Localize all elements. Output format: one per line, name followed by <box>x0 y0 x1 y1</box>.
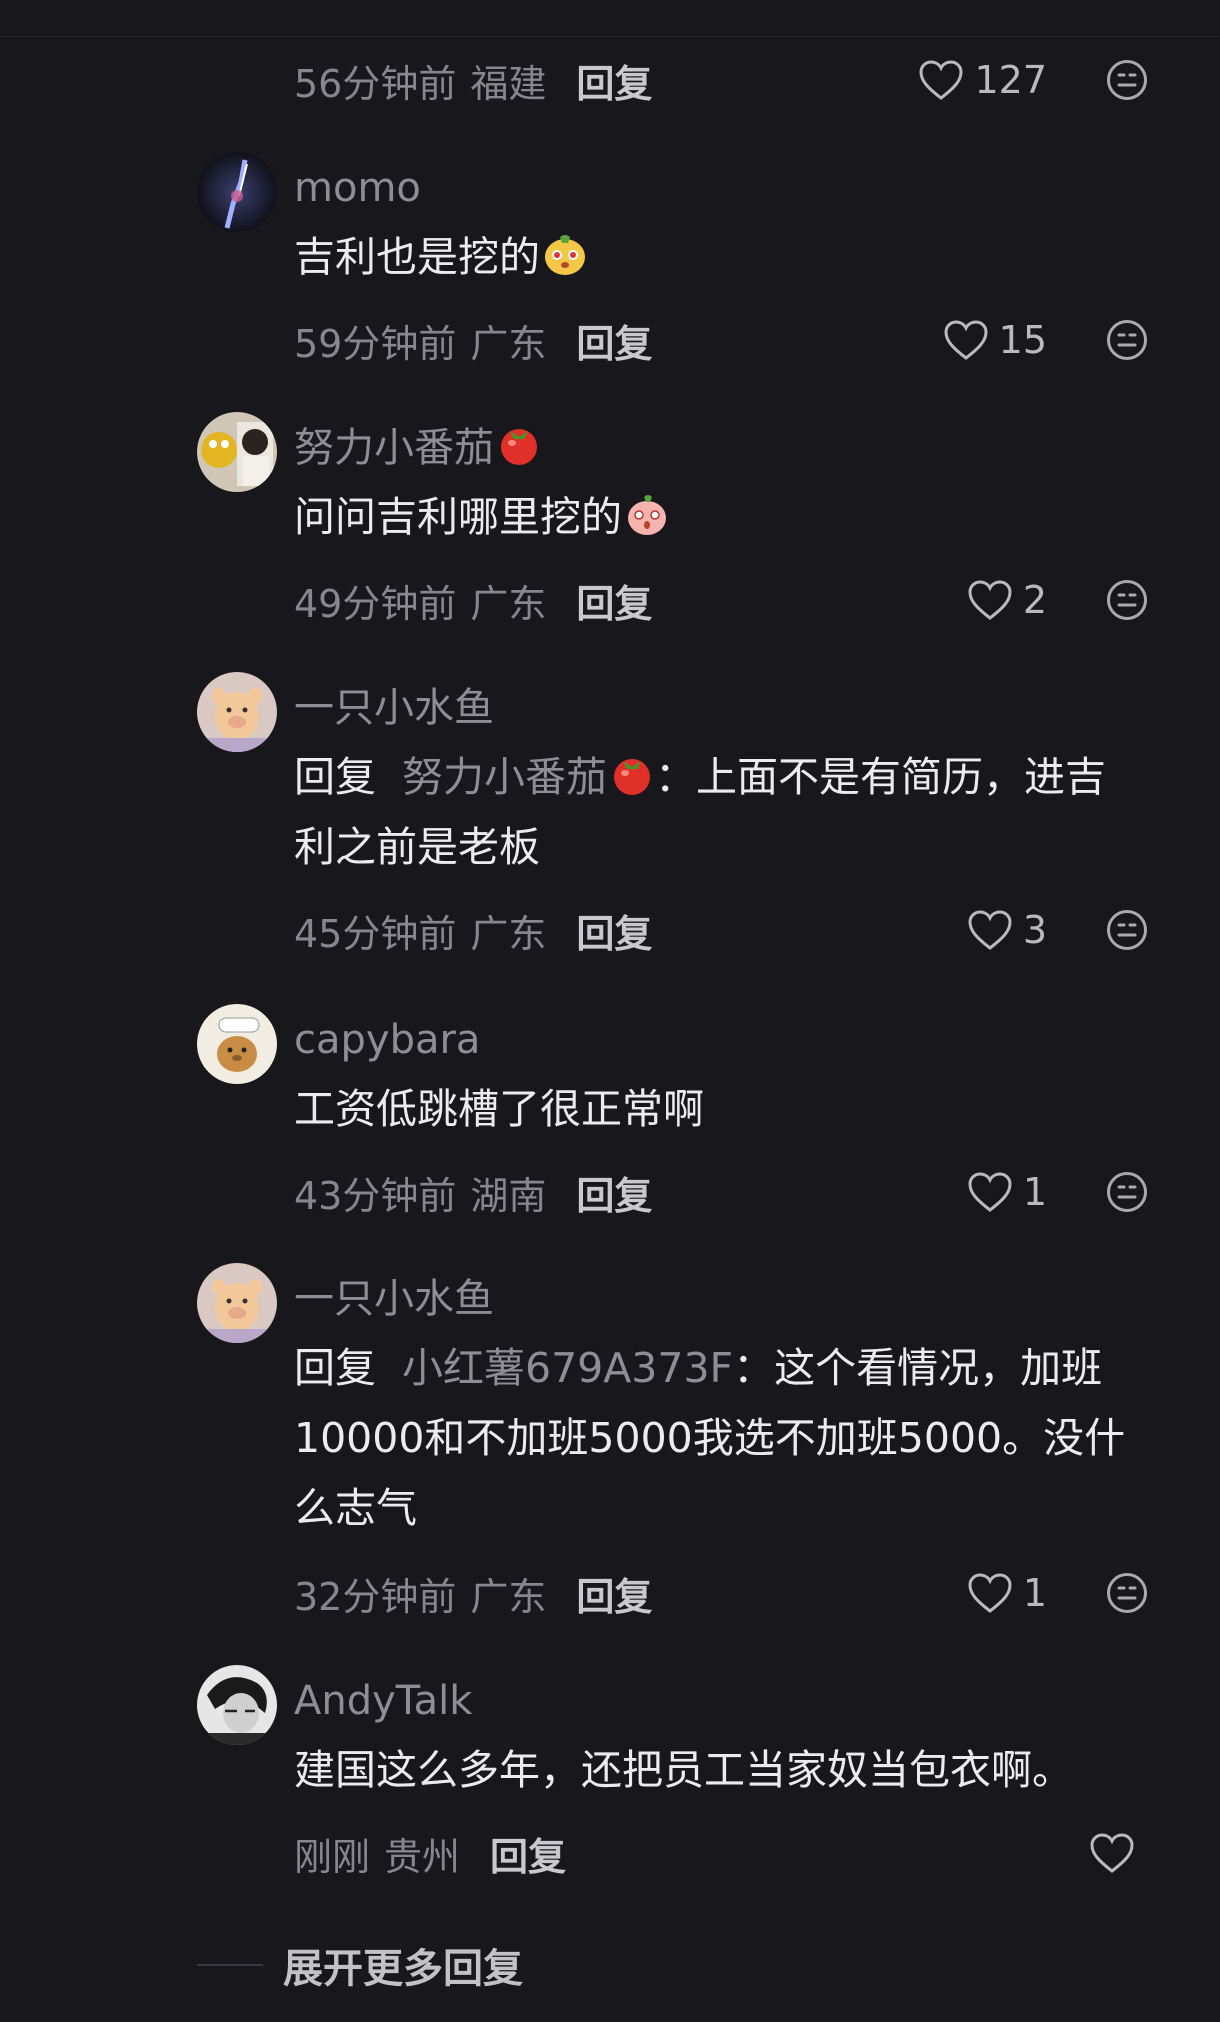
comment-text: 回复 努力小番茄 ：上面不是有简历，进吉利之前是老板 <box>294 742 1144 882</box>
comment-body: 问问吉利哪里挖的 <box>294 493 622 541</box>
heart-icon <box>944 320 988 360</box>
like-button[interactable]: 15 <box>943 312 1047 368</box>
comment-text: 吉利也是挖的 <box>294 222 1144 292</box>
comment-location: 湖南 <box>470 1173 547 1218</box>
reply-button[interactable]: 回复 <box>576 1165 652 1220</box>
username[interactable]: 一只小水鱼 <box>294 1271 494 1327</box>
like-button[interactable]: 1 <box>967 1164 1047 1220</box>
emoji-react-icon[interactable] <box>1106 909 1148 951</box>
comment-location: 贵州 <box>384 1834 461 1879</box>
comment-meta: 49分钟前 广东 回复 <box>294 572 652 628</box>
reply-button[interactable]: 回复 <box>576 313 652 368</box>
like-button[interactable]: 3 <box>967 902 1047 958</box>
comment-meta: 32分钟前 广东 回复 <box>294 1565 652 1621</box>
like-button[interactable]: 2 <box>967 572 1047 628</box>
like-button[interactable]: 127 <box>918 52 1047 108</box>
comment-meta: 45分钟前 广东 回复 <box>294 902 652 958</box>
expand-more-replies[interactable]: 展开更多回复 <box>197 1936 523 1994</box>
comment-location: 福建 <box>470 61 547 106</box>
avatar[interactable] <box>197 1263 277 1343</box>
reply-prefix: 回复 <box>294 1344 376 1392</box>
reply-button[interactable]: 回复 <box>490 1826 566 1881</box>
comment-text: 回复 小红薯679A373F：这个看情况，加班10000和不加班5000我选不加班… <box>294 1333 1144 1543</box>
emoji-react-icon[interactable] <box>1106 1572 1148 1614</box>
comment-meta: 56分钟前 福建 回复 <box>294 52 652 108</box>
like-count: 15 <box>998 318 1047 362</box>
comment-body: 吉利也是挖的 <box>294 233 540 281</box>
comment-body: 工资低跳槽了很正常啊 <box>294 1085 704 1133</box>
comment-text: 工资低跳槽了很正常啊 <box>294 1074 1144 1144</box>
avatar[interactable] <box>197 1004 277 1084</box>
avatar[interactable] <box>197 1665 277 1745</box>
peach-face-emoji-icon <box>628 495 666 535</box>
reply-button[interactable]: 回复 <box>576 53 652 108</box>
like-count: 2 <box>1022 578 1047 622</box>
emoji-react-icon[interactable] <box>1106 1171 1148 1213</box>
mention-link[interactable]: 小红薯679A373F <box>402 1344 733 1392</box>
comment-meta: 59分钟前 广东 回复 <box>294 312 652 368</box>
emoji-react-icon[interactable] <box>1106 579 1148 621</box>
reply-button[interactable]: 回复 <box>576 903 652 958</box>
emoji-react-icon[interactable] <box>1106 319 1148 361</box>
like-button[interactable]: 1 <box>967 1565 1047 1621</box>
comment-text: 问问吉利哪里挖的 <box>294 482 1144 552</box>
comment-time: 刚刚 <box>294 1834 371 1879</box>
comment-meta: 刚刚 贵州 回复 <box>294 1825 566 1881</box>
username-text: 努力小番茄 <box>294 425 494 471</box>
username[interactable]: momo <box>294 160 421 216</box>
cute-face-emoji-icon <box>545 235 585 275</box>
mention-text: 努力小番茄 <box>402 753 607 801</box>
comment-body: 建国这么多年，还把员工当家奴当包衣啊。 <box>294 1746 1073 1794</box>
comment-time: 49分钟前 <box>294 581 457 626</box>
comment-time: 59分钟前 <box>294 321 457 366</box>
reply-prefix: 回复 <box>294 753 376 801</box>
comment-location: 广东 <box>470 1574 547 1619</box>
heart-icon <box>968 910 1012 950</box>
heart-icon <box>968 1172 1012 1212</box>
comment-location: 广东 <box>470 321 547 366</box>
mention-link[interactable]: 努力小番茄 <box>402 753 655 801</box>
expand-more-label: 展开更多回复 <box>283 1946 523 1992</box>
comment-location: 广东 <box>470 581 547 626</box>
avatar[interactable] <box>197 412 277 492</box>
username[interactable]: AndyTalk <box>294 1673 472 1729</box>
heart-icon <box>919 60 963 100</box>
heart-icon <box>1090 1833 1134 1873</box>
comment-location: 广东 <box>470 911 547 956</box>
avatar[interactable] <box>197 152 277 232</box>
emoji-react-icon[interactable] <box>1106 59 1148 101</box>
like-count: 3 <box>1022 908 1047 952</box>
avatar[interactable] <box>197 672 277 752</box>
like-count: 1 <box>1022 1571 1047 1615</box>
comment-text: 建国这么多年，还把员工当家奴当包衣啊。 <box>294 1735 1144 1805</box>
heart-icon <box>968 1573 1012 1613</box>
comment-time: 32分钟前 <box>294 1574 457 1619</box>
comment-time: 43分钟前 <box>294 1173 457 1218</box>
comment-meta: 43分钟前 湖南 回复 <box>294 1164 652 1220</box>
heart-icon <box>968 580 1012 620</box>
username[interactable]: capybara <box>294 1012 480 1068</box>
tomato-emoji-icon <box>614 759 650 795</box>
tomato-emoji-icon <box>501 429 537 465</box>
like-button[interactable] <box>1089 1825 1145 1881</box>
like-count: 1 <box>1022 1170 1047 1214</box>
comment-time: 45分钟前 <box>294 911 457 956</box>
reply-button[interactable]: 回复 <box>576 573 652 628</box>
like-count: 127 <box>974 58 1047 102</box>
comment-time: 56分钟前 <box>294 61 457 106</box>
username[interactable]: 一只小水鱼 <box>294 680 494 736</box>
top-divider <box>0 36 1220 37</box>
username[interactable]: 努力小番茄 <box>294 420 542 476</box>
expand-divider <box>197 1964 263 1966</box>
reply-button[interactable]: 回复 <box>576 1566 652 1621</box>
